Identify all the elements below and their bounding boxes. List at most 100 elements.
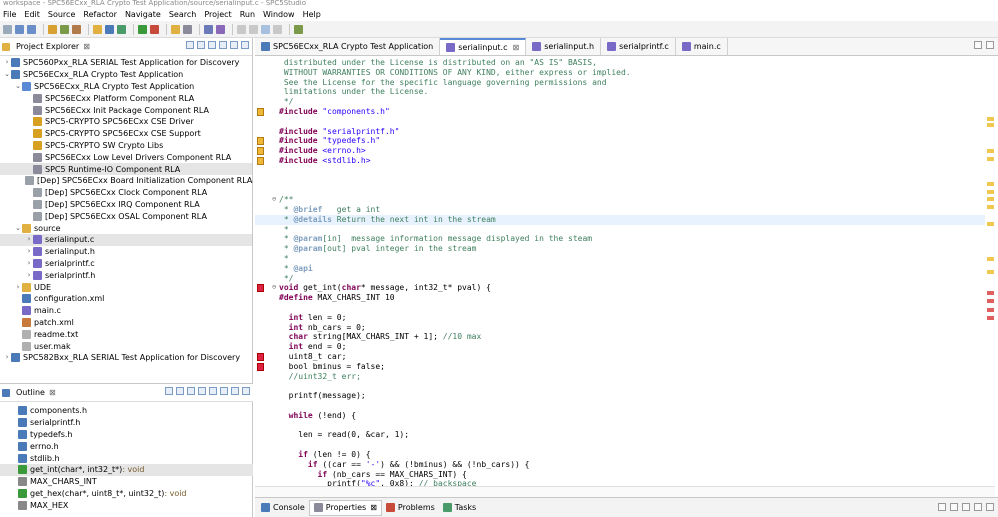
ruler-marker[interactable]	[987, 205, 994, 209]
ruler-marker[interactable]	[987, 222, 994, 226]
collapse-icon[interactable]: ›	[25, 270, 33, 281]
bottom-tab-tasks[interactable]: Tasks	[439, 500, 480, 516]
menu-file[interactable]: File	[3, 10, 16, 19]
wizard-icon[interactable]	[105, 24, 114, 34]
collapse-icon[interactable]: ›	[25, 258, 33, 269]
tree-item[interactable]: › UDE	[0, 281, 252, 293]
collapse-icon[interactable]: ›	[14, 282, 22, 293]
close-icon[interactable]: ⊠	[83, 42, 90, 51]
ruler-marker[interactable]	[987, 182, 994, 186]
maximize-icon[interactable]	[986, 41, 994, 49]
sort-icon[interactable]	[176, 387, 184, 395]
generate-icon[interactable]	[117, 24, 126, 34]
menu-search[interactable]: Search	[169, 10, 196, 19]
menu-navigate[interactable]: Navigate	[125, 10, 161, 19]
menu-help[interactable]: Help	[303, 10, 321, 19]
tools-icon[interactable]	[72, 24, 81, 34]
minimize-icon[interactable]	[231, 387, 239, 395]
ruler-marker[interactable]	[987, 197, 994, 201]
tree-item[interactable]: user.mak	[0, 340, 252, 352]
menu-edit[interactable]: Edit	[24, 10, 40, 19]
bottom-tab-console[interactable]: Console	[257, 500, 309, 516]
fold-icon[interactable]: ⊖	[272, 195, 276, 205]
forward-icon[interactable]	[273, 24, 282, 34]
warning-marker-icon[interactable]	[257, 157, 264, 165]
next-annotation-icon[interactable]	[237, 24, 246, 34]
build-icon[interactable]	[48, 24, 57, 34]
tree-item[interactable]: ⌄ source	[0, 222, 252, 234]
outline-item[interactable]: get_int(char*, int32_t*) : void	[0, 463, 253, 476]
hide-fields-icon[interactable]	[187, 387, 195, 395]
warning-marker-icon[interactable]	[257, 137, 264, 146]
ruler-marker[interactable]	[987, 190, 994, 194]
tree-item[interactable]: ⌄ SPC56ECxx_RLA Crypto Test Application	[0, 69, 252, 81]
overview-ruler[interactable]	[987, 57, 994, 486]
ruler-marker[interactable]	[987, 123, 994, 127]
maximize-icon[interactable]	[986, 503, 994, 511]
collapse-icon[interactable]: ›	[25, 234, 33, 245]
tab-main-c[interactable]: main.c	[676, 38, 728, 55]
ruler-marker[interactable]	[987, 117, 994, 121]
fold-icon[interactable]: ⊖	[272, 283, 276, 293]
run-icon[interactable]	[138, 24, 147, 34]
error-marker-icon[interactable]	[257, 362, 264, 371]
prev-annotation-icon[interactable]	[249, 24, 258, 34]
bottom-tab-properties[interactable]: Properties ⊠	[308, 499, 382, 516]
ruler-marker[interactable]	[987, 299, 994, 303]
warning-marker-icon[interactable]	[257, 147, 264, 156]
collapse-icon[interactable]: ›	[25, 246, 33, 257]
tab-serialprintf-c[interactable]: serialprintf.c	[601, 38, 676, 55]
outline-item[interactable]: MAX_HEX	[0, 499, 253, 511]
minimize-icon[interactable]	[974, 503, 982, 511]
collapse-icon[interactable]: ›	[3, 352, 11, 363]
tree-item[interactable]: SPC5 Runtime-IO Component RLA	[0, 163, 252, 175]
project-explorer-title[interactable]: Project Explorer	[16, 42, 79, 51]
tree-item[interactable]: › SPC560Pxx_RLA SERIAL Test Application f…	[0, 57, 252, 69]
menu-source[interactable]: Source	[48, 10, 75, 19]
tab-serialinput-c[interactable]: serialinput.c ⊠	[440, 38, 527, 55]
link-editor-icon[interactable]	[197, 41, 205, 49]
perspective-icon[interactable]	[294, 24, 303, 34]
ruler-marker[interactable]	[987, 308, 994, 312]
outline-item[interactable]: typedefs.h	[0, 429, 253, 441]
menu-run[interactable]: Run	[240, 10, 255, 19]
view-menu-icon[interactable]	[219, 41, 227, 49]
tree-item[interactable]: main.c	[0, 305, 252, 317]
outline-item[interactable]: MAX_CHARS_INT	[0, 476, 253, 488]
tree-item[interactable]: › serialinput.c	[0, 233, 252, 246]
expand-icon[interactable]: ⌄	[14, 223, 22, 234]
tree-item[interactable]: › SPC582Bxx_RLA SERIAL Test Application f…	[0, 352, 252, 364]
error-marker-icon[interactable]	[257, 284, 264, 293]
search-icon[interactable]	[216, 24, 225, 34]
external-tools-icon[interactable]	[150, 24, 159, 34]
menu-window[interactable]: Window	[263, 10, 295, 19]
outline-item[interactable]: errno.h	[0, 440, 253, 452]
menu-project[interactable]: Project	[204, 10, 231, 19]
filter-icon[interactable]	[208, 41, 216, 49]
pin-icon[interactable]	[183, 24, 192, 34]
new-icon[interactable]	[3, 24, 12, 34]
outline-title[interactable]: Outline	[16, 388, 45, 397]
back-icon[interactable]	[261, 24, 270, 34]
tree-item[interactable]: readme.txt	[0, 328, 252, 340]
tree-item[interactable]: SPC56ECxx Platform Component RLA	[0, 92, 252, 104]
pin-icon[interactable]	[938, 503, 946, 511]
outline-item[interactable]: components.h	[0, 405, 253, 417]
hide-non-public-icon[interactable]	[209, 387, 217, 395]
tree-item[interactable]: SPC5-CRYPTO SPC56ECxx CSE Support	[0, 128, 252, 140]
tree-item[interactable]: SPC5-CRYPTO SPC56ECxx CSE Driver	[0, 116, 252, 128]
expand-icon[interactable]: ⌄	[3, 69, 11, 80]
ruler-marker[interactable]	[987, 316, 994, 320]
ruler-marker[interactable]	[987, 157, 994, 161]
close-icon[interactable]: ⊠	[370, 503, 377, 512]
tree-item[interactable]: [Dep] SPC56ECxx IRQ Component RLA	[0, 199, 252, 211]
close-icon[interactable]: ⊠	[49, 388, 56, 397]
open-type-icon[interactable]	[204, 24, 213, 34]
tree-item[interactable]: patch.xml	[0, 317, 252, 329]
collapse-all-icon[interactable]	[186, 41, 194, 49]
tree-item[interactable]: SPC56ECxx Init Package Component RLA	[0, 104, 252, 116]
expand-icon[interactable]: ⌄	[14, 81, 22, 92]
tree-item[interactable]: configuration.xml	[0, 293, 252, 305]
debug-icon[interactable]	[60, 24, 69, 34]
tree-item[interactable]: › serialprintf.h	[0, 269, 252, 281]
